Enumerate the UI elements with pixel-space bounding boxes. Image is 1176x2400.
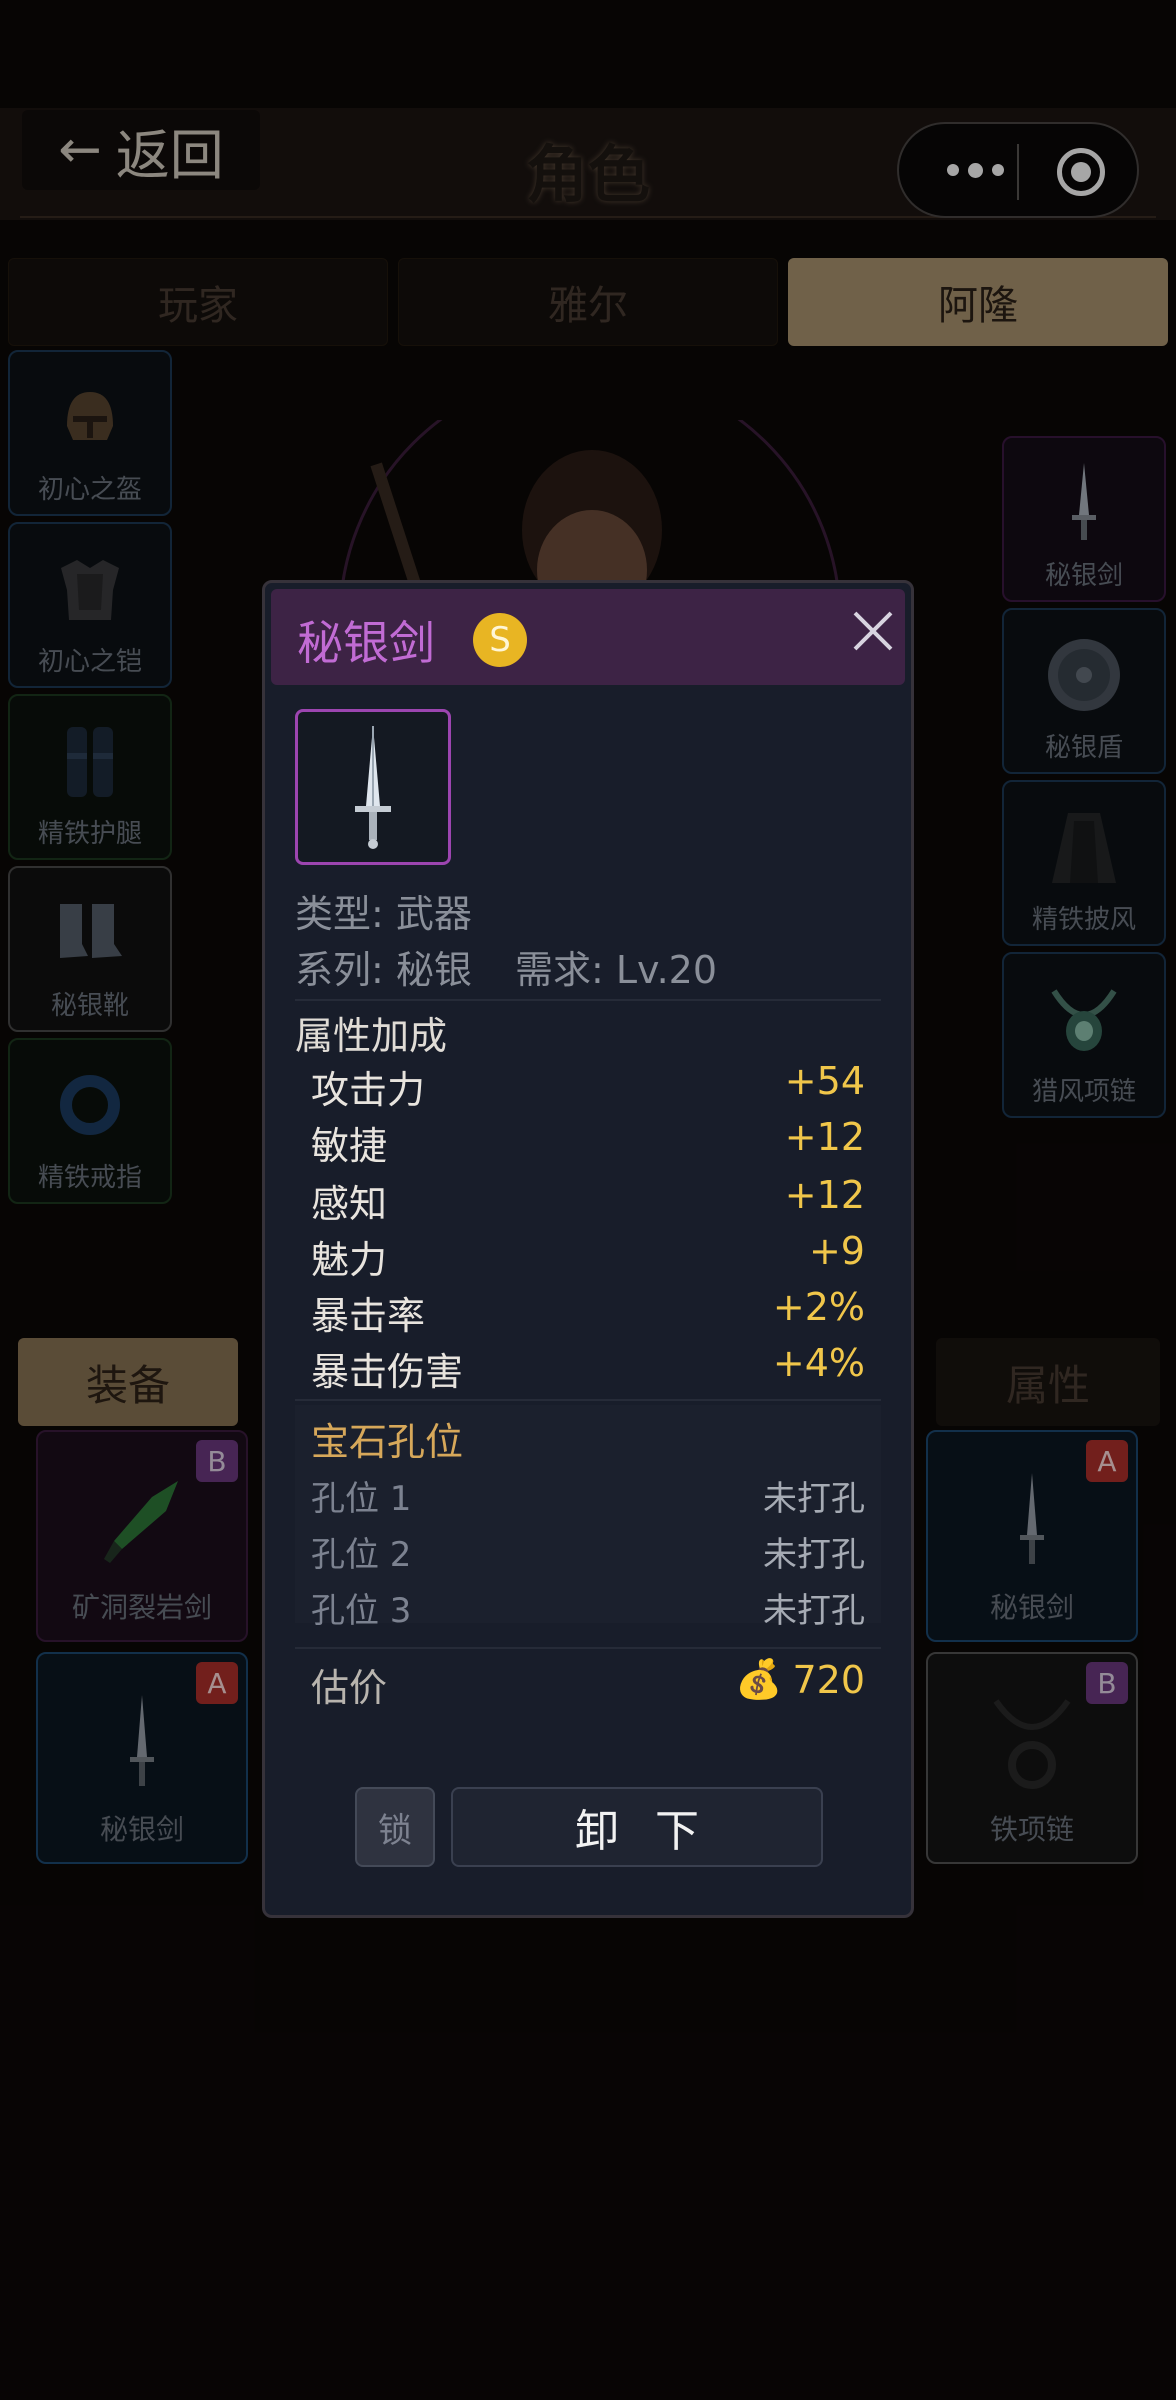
money-bag-icon: 💰	[735, 1657, 783, 1701]
item-detail-modal: 秘银剑 S 类型: 武器 系列: 秘银 需求: Lv.20 属性加成 攻击力 +5…	[262, 580, 914, 1918]
attribute-section-title: 属性加成	[295, 1014, 448, 1058]
socket-row: 孔位 1 未打孔	[311, 1479, 865, 1519]
price-value: 💰 720	[735, 1657, 865, 1702]
stat-row: 暴击伤害 +4%	[311, 1341, 865, 1394]
divider	[295, 1647, 881, 1649]
gem-socket-panel: 宝石孔位 孔位 1 未打孔 孔位 2 未打孔 孔位 3 未打孔	[295, 1405, 881, 1631]
stat-row: 攻击力 +54	[311, 1059, 865, 1112]
modal-header: 秘银剑 S	[271, 589, 905, 685]
stat-row: 暴击率 +2%	[311, 1285, 865, 1338]
stat-row: 魅力 +9	[311, 1229, 865, 1282]
sword-icon	[355, 726, 391, 849]
item-title: 秘银剑	[297, 616, 435, 670]
item-series: 系列: 秘银	[295, 948, 472, 992]
socket-row: 孔位 3 未打孔	[311, 1591, 865, 1631]
stat-row: 感知 +12	[311, 1173, 865, 1226]
unequip-button[interactable]: 卸下	[451, 1787, 823, 1867]
item-thumbnail	[295, 709, 451, 865]
price-label: 估价	[311, 1666, 388, 1710]
gem-section-title: 宝石孔位	[311, 1420, 464, 1464]
divider	[295, 999, 881, 1001]
divider	[295, 1399, 881, 1401]
item-requirement: 需求: Lv.20	[515, 948, 718, 992]
lock-button[interactable]: 锁	[355, 1787, 435, 1867]
grade-badge: S	[473, 613, 527, 667]
socket-row: 孔位 2 未打孔	[311, 1535, 865, 1575]
close-icon[interactable]	[849, 607, 897, 655]
stat-row: 敏捷 +12	[311, 1115, 865, 1168]
item-type: 类型: 武器	[295, 892, 472, 936]
